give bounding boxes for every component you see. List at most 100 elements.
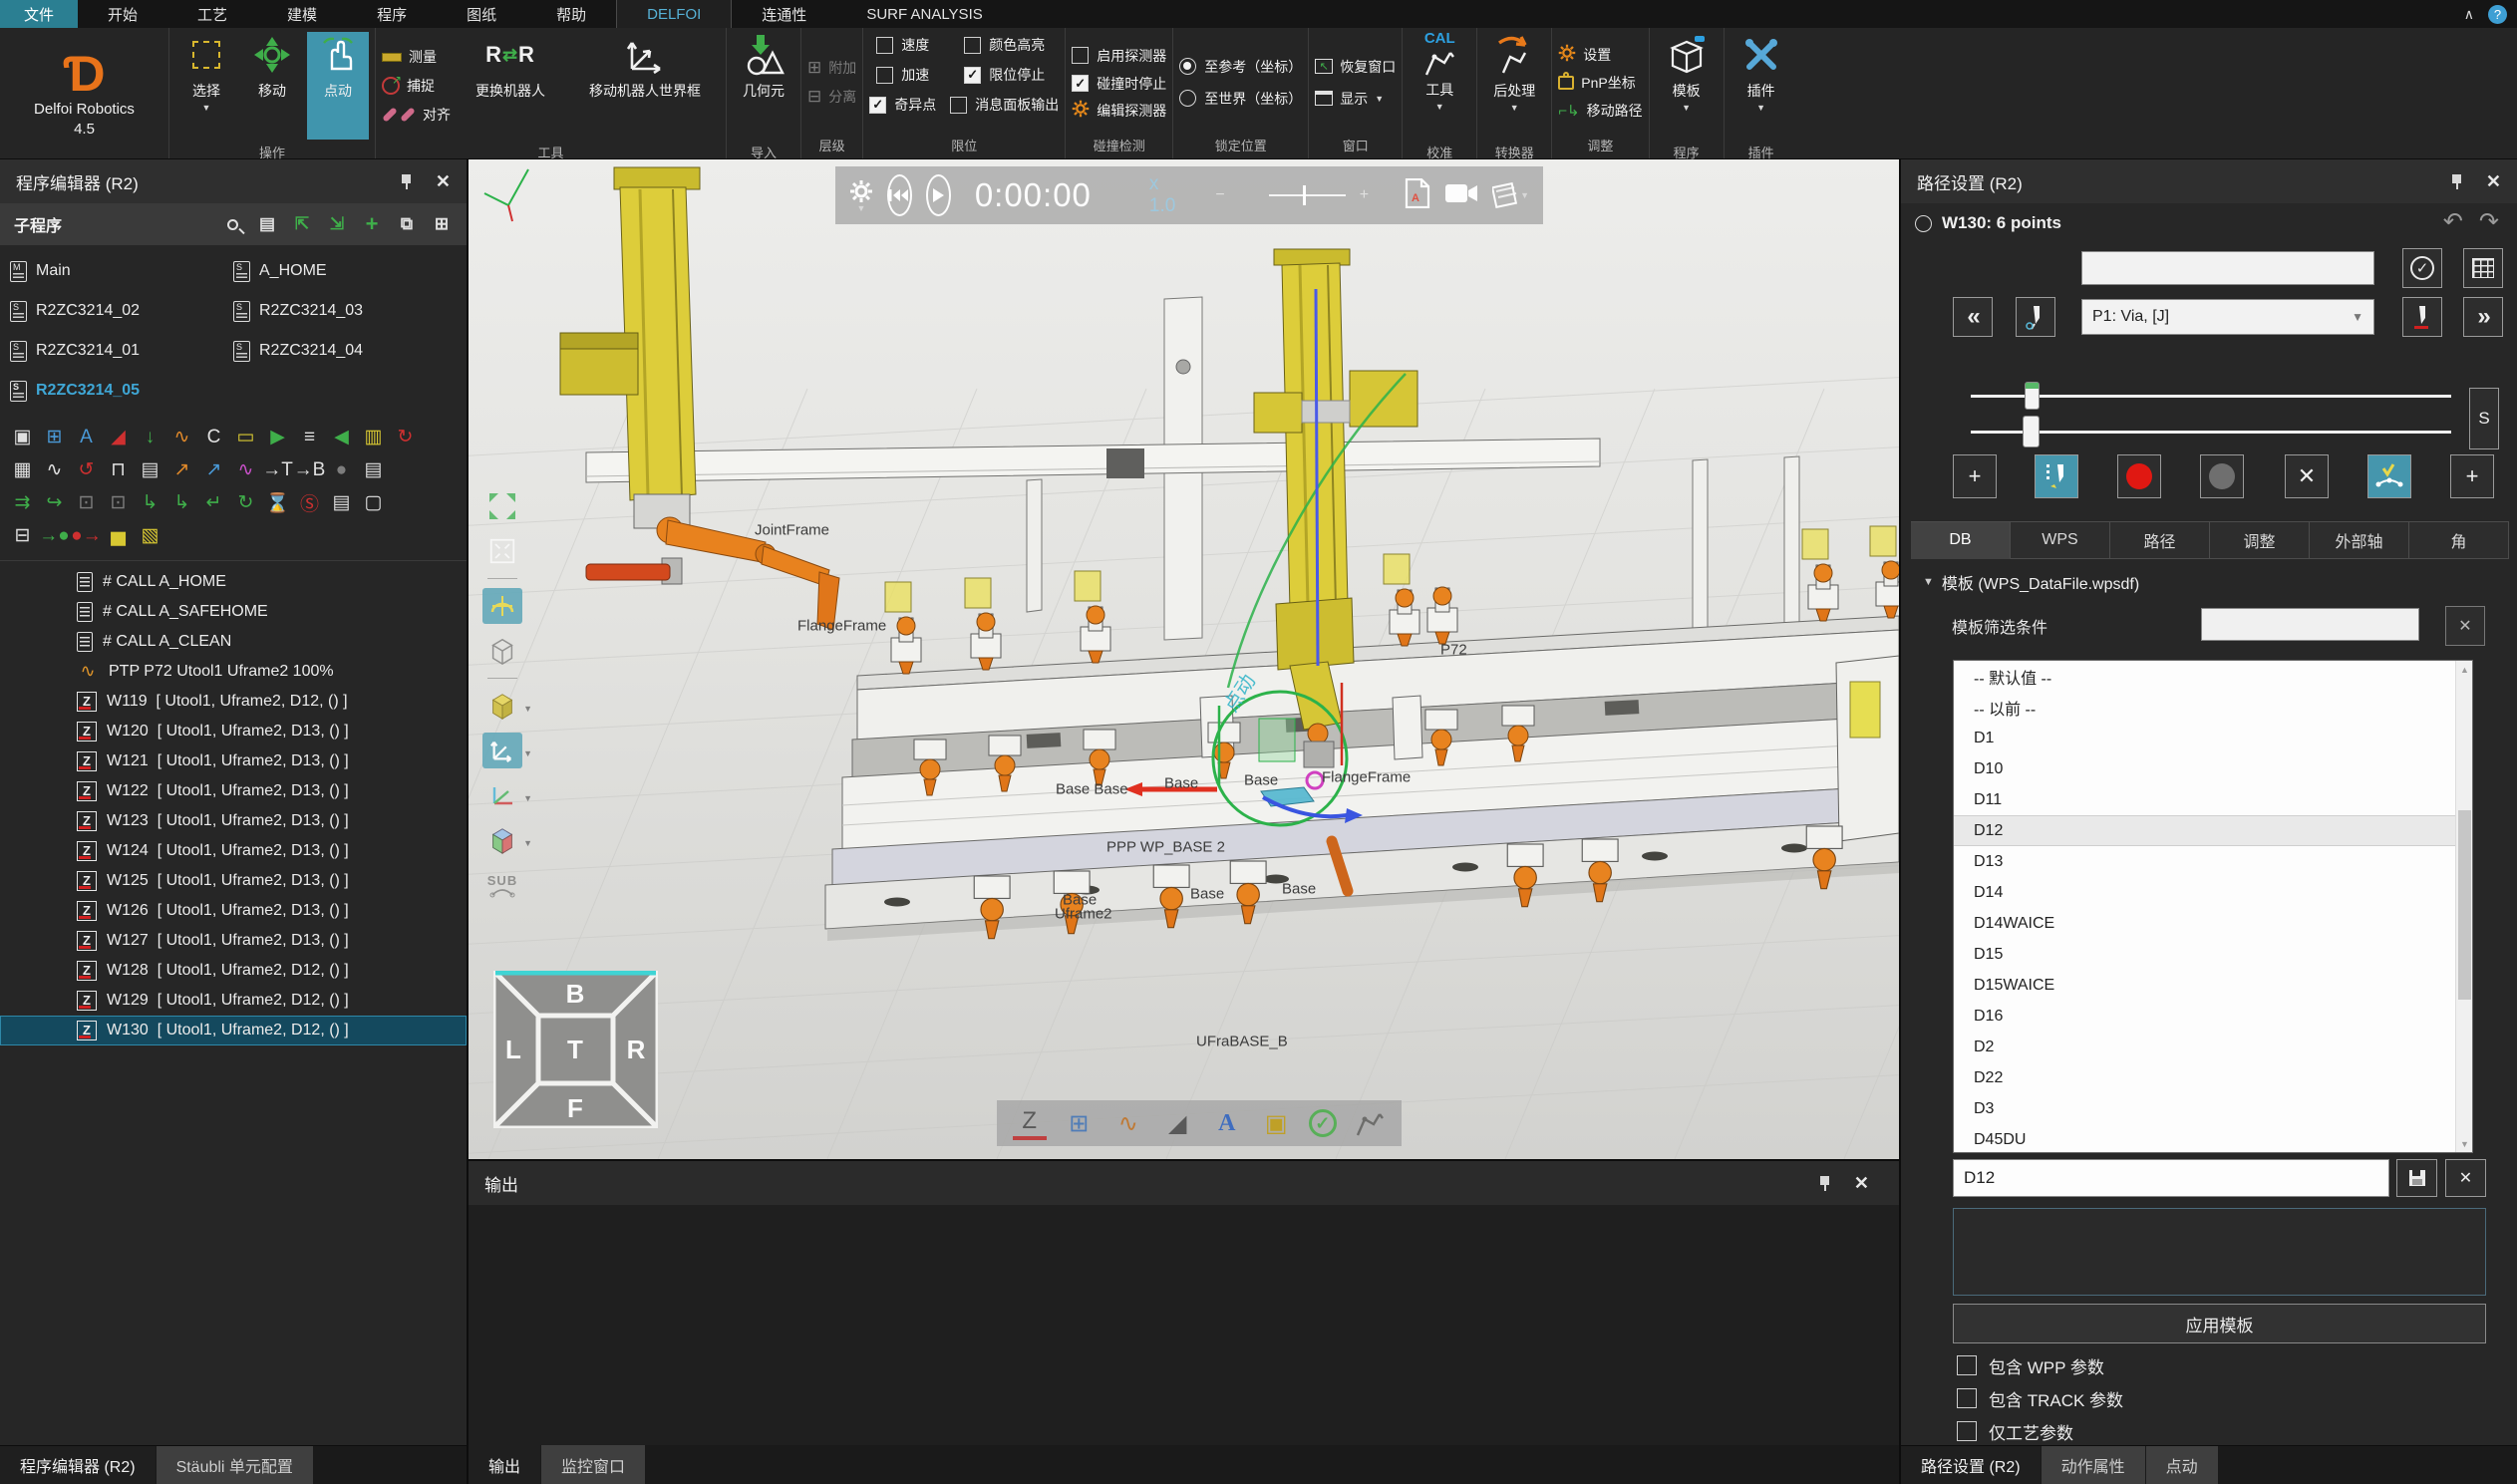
pin-icon[interactable] <box>1818 1175 1832 1191</box>
multi-view-cube-icon[interactable]: ▼ <box>482 822 522 858</box>
left-bottom-tab[interactable]: 程序编辑器 (R2) <box>0 1446 157 1484</box>
limit-checkbox[interactable]: ✓ 颜色高亮 <box>964 32 1045 58</box>
template-name-input[interactable] <box>1953 1159 2389 1197</box>
record-point-button[interactable] <box>2117 454 2161 498</box>
move-tool-to-point-button[interactable] <box>2035 454 2078 498</box>
to-tool-icon[interactable]: →T <box>263 456 292 484</box>
option-checkbox[interactable]: ✓ 包含 TRACK 参数 <box>1957 1386 2123 1410</box>
option-checkbox[interactable]: ✓ 仅工艺参数 <box>1957 1419 2123 1443</box>
subprogram-item[interactable]: S R2ZC3214_05 <box>10 373 233 409</box>
postprocess-button[interactable]: 后处理 ▼ <box>1483 32 1545 140</box>
settings-tab[interactable]: 路径 <box>2110 521 2210 559</box>
profile-chart-icon[interactable]: ◢ <box>104 424 133 451</box>
output-tab[interactable]: 监控窗口 <box>541 1445 646 1484</box>
point-select-dropdown[interactable]: P1: Via, [J] ▼ <box>2081 299 2374 335</box>
menu-tab[interactable]: 开始 <box>78 0 167 28</box>
template-list-item[interactable]: D15WAICE <box>1954 970 2455 1001</box>
goto-icon[interactable]: ↪ <box>40 489 69 517</box>
validate-icon[interactable]: ✓ <box>1309 1109 1337 1137</box>
statement-row[interactable]: # CALL A_CLEAN <box>0 627 467 657</box>
copy-icon[interactable]: ⧉ <box>396 213 418 235</box>
frame-display-icon[interactable]: ▼ <box>482 733 522 768</box>
speed-slider[interactable] <box>1269 185 1346 205</box>
template-filter-input[interactable] <box>2201 608 2419 641</box>
template-list-item[interactable]: D12 <box>1954 815 2455 846</box>
menu-tab[interactable]: 建模 <box>257 0 347 28</box>
zoom-fit-icon[interactable] <box>482 488 522 524</box>
delete-template-button[interactable]: ✕ <box>2445 1159 2486 1197</box>
left-bottom-tab[interactable]: Stäubli 单元配置 <box>157 1446 314 1484</box>
checklist-icon[interactable]: ▤ <box>256 213 278 235</box>
template-list-item[interactable]: D13 <box>1954 846 2455 877</box>
statement-row[interactable]: # CALL A_SAFEHOME <box>0 597 467 627</box>
template-list-item[interactable]: D1 <box>1954 723 2455 753</box>
speed-minus-icon[interactable]: − <box>1215 186 1224 204</box>
frame-edit-icon[interactable]: ▣ <box>1259 1106 1293 1140</box>
rewind-button[interactable] <box>887 174 912 216</box>
linear-move-icon[interactable]: ↗ <box>199 456 228 484</box>
template-list-item[interactable]: D15 <box>1954 939 2455 970</box>
template-list-item[interactable]: D16 <box>1954 1001 2455 1032</box>
axis-display-icon[interactable]: ▼ <box>482 777 522 813</box>
template-list-item[interactable]: D11 <box>1954 784 2455 815</box>
attach-button[interactable]: ⊞ 附加 <box>807 56 856 80</box>
import-program-icon[interactable]: ⇱ <box>291 213 313 235</box>
template-list-item[interactable]: -- 默认值 -- <box>1954 661 2455 692</box>
template-listbox[interactable]: -- 默认值 -- -- 以前 -- D1 D10 D11 D12 D13 D1… <box>1953 660 2473 1153</box>
select-button[interactable]: 选择 ▼ <box>175 32 237 140</box>
swap-robot-button[interactable]: R⇄R 更换机器人 <box>461 32 560 140</box>
menu-tab[interactable]: 程序 <box>347 0 437 28</box>
tool-to-point-button[interactable] <box>2402 297 2442 337</box>
statement-row[interactable]: W126 [ Utool1, Uframe2, D13, () ] <box>0 896 467 926</box>
branch-else-icon[interactable]: ↳ <box>167 489 196 517</box>
menu-tab[interactable]: 连通性 <box>732 0 836 28</box>
settings-tab[interactable]: WPS <box>2011 521 2110 559</box>
sub-path-icon[interactable]: SUB <box>482 867 522 903</box>
point-table-button[interactable] <box>2463 248 2503 288</box>
unfold-geometry-icon[interactable]: ▧ <box>136 522 164 550</box>
subprogram-item[interactable]: M Main <box>10 253 233 289</box>
playback-settings-button[interactable]: ▼ <box>849 179 873 212</box>
square-wave-icon[interactable]: ⊓ <box>104 456 133 484</box>
limit-checkbox[interactable]: ✓ 消息面板输出 <box>950 92 1059 118</box>
right-bottom-tab[interactable]: 点动 <box>2146 1446 2219 1484</box>
record-video-icon[interactable] <box>1444 181 1478 210</box>
scroll-up-icon[interactable]: ▲ <box>2456 661 2473 678</box>
auto-label-icon[interactable]: A <box>72 424 101 451</box>
notes-icon[interactable]: ▤ <box>327 489 356 517</box>
add-program-icon[interactable]: + <box>361 213 383 235</box>
option-checkbox[interactable]: ✓ 包含 WPP 参数 <box>1957 1353 2123 1377</box>
jog-button[interactable]: 点动 <box>307 32 369 140</box>
pnp-coords-button[interactable]: PnP坐标 <box>1558 71 1635 95</box>
solid-cube-icon[interactable]: ▼ <box>482 688 522 724</box>
settings-tab[interactable]: 外部轴 <box>2310 521 2409 559</box>
signal-in-icon[interactable]: →● <box>40 522 69 550</box>
path-points-icon[interactable]: ∿ <box>1111 1106 1145 1140</box>
template-list-item[interactable]: -- 以前 -- <box>1954 692 2455 723</box>
subprogram-item[interactable]: S R2ZC3214_04 <box>233 333 457 369</box>
weld-record-icon[interactable]: ▣ <box>8 424 37 451</box>
jump-tool-button[interactable] <box>2016 297 2055 337</box>
next-point-button[interactable]: » <box>2463 297 2503 337</box>
settings-tab[interactable]: DB <box>1911 521 2011 559</box>
settings-button[interactable]: 设置 <box>1558 43 1611 67</box>
conveyor-icon[interactable]: ▥ <box>359 424 388 451</box>
cad-view-icon[interactable] <box>482 588 522 624</box>
subprogram-item[interactable]: S R2ZC3214_03 <box>233 293 457 329</box>
add-point-before-button[interactable]: + <box>1953 454 1997 498</box>
simulate-back-icon[interactable]: ◀ <box>327 424 356 451</box>
robot-pose-icon[interactable] <box>1352 1106 1386 1140</box>
path-radio-icon[interactable] <box>1915 215 1932 232</box>
listbox-scrollbar[interactable]: ▲ ▼ <box>2455 661 2472 1152</box>
template-list-item[interactable]: D14WAICE <box>1954 908 2455 939</box>
viewport-3d[interactable]: JointFrame FlangeFrame P72 Base Base Bas… <box>469 159 1899 1159</box>
geometry-button[interactable]: 几何元 <box>733 32 794 140</box>
template-button[interactable]: 模板 ▼ <box>1656 32 1718 140</box>
ribbon-collapse-icon[interactable]: ∧ <box>2464 6 2474 23</box>
scroll-thumb[interactable] <box>2458 810 2471 1000</box>
subprogram-item[interactable]: S A_HOME <box>233 253 457 289</box>
limit-checkbox[interactable]: ✓ 速度 <box>876 32 929 58</box>
measure-button[interactable]: 测量 <box>382 45 451 69</box>
spline-magenta-icon[interactable]: ∿ <box>231 456 260 484</box>
statement-row[interactable]: W130 [ Utool1, Uframe2, D12, () ] <box>0 1016 467 1045</box>
